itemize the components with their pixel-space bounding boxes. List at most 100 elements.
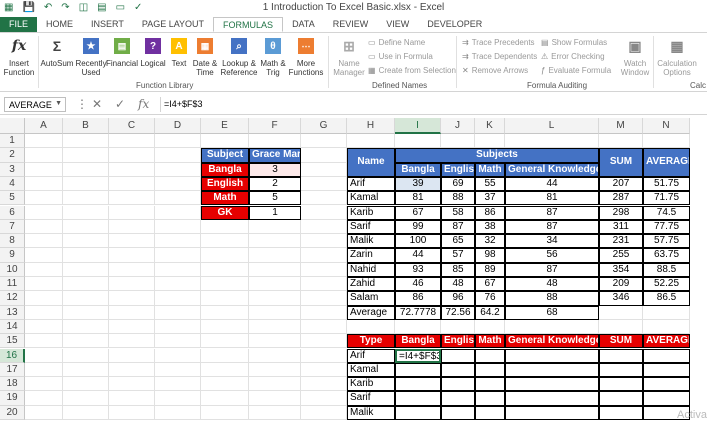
score-cell[interactable]: 85: [441, 262, 475, 277]
student-name-cell[interactable]: Sarif: [347, 219, 395, 235]
grid-cell[interactable]: [25, 391, 63, 406]
score-cell[interactable]: 48: [441, 277, 475, 292]
grid-cell[interactable]: [63, 262, 109, 277]
score-cell[interactable]: 88: [505, 291, 599, 306]
result-value-cell[interactable]: [505, 405, 599, 420]
grid-cell[interactable]: [201, 348, 249, 363]
row-header-7[interactable]: 7: [0, 219, 25, 235]
grid-cell[interactable]: [25, 405, 63, 420]
grid-cell[interactable]: [395, 319, 441, 335]
grid-cell[interactable]: [109, 134, 155, 149]
row-header-6[interactable]: 6: [0, 205, 25, 220]
score-cell[interactable]: 207: [599, 176, 643, 192]
grid-cell[interactable]: [155, 291, 201, 306]
grid-cell[interactable]: [109, 291, 155, 306]
score-cell[interactable]: 39: [395, 176, 441, 192]
grid-cell[interactable]: [63, 162, 109, 177]
grid-cell[interactable]: [155, 362, 201, 378]
student-name-cell[interactable]: Nahid: [347, 262, 395, 277]
tab-view[interactable]: VIEW: [377, 17, 418, 32]
score-cell[interactable]: 99: [395, 219, 441, 235]
score-cell[interactable]: 32: [475, 234, 505, 249]
grace-mark-cell[interactable]: 1: [249, 205, 301, 220]
grid-cell[interactable]: [201, 234, 249, 249]
grid-cell[interactable]: [441, 134, 475, 149]
grace-mark-cell[interactable]: 3: [249, 162, 301, 177]
grid-cell[interactable]: [301, 305, 347, 320]
score-cell[interactable]: 57: [441, 248, 475, 263]
grid-cell[interactable]: [301, 248, 347, 263]
grid-cell[interactable]: [63, 148, 109, 163]
grid-cell[interactable]: [301, 377, 347, 392]
result-value-cell[interactable]: [395, 362, 441, 378]
average-row-cell[interactable]: 72.56: [441, 305, 475, 320]
grid-cell[interactable]: [249, 248, 301, 263]
score-cell[interactable]: 57.75: [643, 234, 690, 249]
grid-cell[interactable]: [63, 405, 109, 420]
select-all-corner[interactable]: [0, 118, 25, 134]
score-cell[interactable]: 86.5: [643, 291, 690, 306]
score-cell[interactable]: 311: [599, 219, 643, 235]
grid-cell[interactable]: [109, 262, 155, 277]
grace-header-mark[interactable]: Grace Mark: [249, 148, 301, 163]
trace-precedents-button[interactable]: ⇉ Trace Precedents: [462, 38, 535, 47]
grid-cell[interactable]: [63, 391, 109, 406]
grid-cell[interactable]: [249, 234, 301, 249]
create-from-selection-button[interactable]: ▦ Create from Selection: [368, 66, 456, 75]
score-cell[interactable]: 81: [395, 191, 441, 206]
score-cell[interactable]: 71.75: [643, 191, 690, 206]
score-cell[interactable]: 37: [475, 191, 505, 206]
column-header-n[interactable]: N: [643, 118, 690, 134]
evaluate-formula-button[interactable]: ƒ Evaluate Formula: [541, 66, 611, 75]
more-functions-button[interactable]: ⋯ More Functions: [288, 35, 324, 77]
grid-cell[interactable]: [301, 334, 347, 349]
grid-cell[interactable]: [301, 262, 347, 277]
grid-cell[interactable]: [249, 134, 301, 149]
row-header-20[interactable]: 20: [0, 405, 25, 420]
grid-cell[interactable]: [347, 134, 395, 149]
grid-cell[interactable]: [63, 191, 109, 206]
result-name-cell[interactable]: Kamal: [347, 362, 395, 378]
result-value-cell[interactable]: [395, 377, 441, 392]
result-value-cell[interactable]: [505, 348, 599, 363]
row-header-10[interactable]: 10: [0, 262, 25, 277]
student-name-cell[interactable]: Malik: [347, 234, 395, 249]
score-cell[interactable]: 55: [475, 176, 505, 192]
average-row-cell[interactable]: Average: [347, 305, 395, 320]
result-value-cell[interactable]: [441, 405, 475, 420]
grid-cell[interactable]: [643, 305, 690, 320]
result-value-cell[interactable]: [599, 391, 643, 406]
grid-cell[interactable]: [201, 305, 249, 320]
grid-cell[interactable]: [301, 362, 347, 378]
name-header[interactable]: Name: [347, 148, 395, 177]
name-box[interactable]: AVERAGE ▼: [4, 97, 66, 112]
grace-subject-cell[interactable]: GK: [201, 205, 249, 220]
remove-arrows-button[interactable]: ✕ Remove Arrows: [462, 66, 528, 75]
subject-col-header[interactable]: Math: [475, 162, 505, 177]
name-manager-button[interactable]: ⊞ Name Manager: [333, 35, 365, 78]
grid-cell[interactable]: [109, 191, 155, 206]
grid-cell[interactable]: [155, 348, 201, 363]
column-header-m[interactable]: M: [599, 118, 643, 134]
grid-cell[interactable]: [301, 205, 347, 220]
column-header-b[interactable]: B: [63, 118, 109, 134]
grid-cell[interactable]: [155, 162, 201, 177]
result-value-cell[interactable]: [505, 362, 599, 378]
grid-cell[interactable]: [155, 262, 201, 277]
lookup-reference-button[interactable]: ⌕ Lookup & Reference: [220, 35, 258, 77]
logical-button[interactable]: ? Logical: [139, 35, 167, 68]
grid-cell[interactable]: [201, 262, 249, 277]
grid-cell[interactable]: [109, 334, 155, 349]
subject-col-header[interactable]: Bangla: [395, 162, 441, 177]
grid-cell[interactable]: [301, 348, 347, 363]
tab-data[interactable]: DATA: [283, 17, 324, 32]
grid-cell[interactable]: [249, 377, 301, 392]
grid-cell[interactable]: [505, 134, 599, 149]
result-name-cell[interactable]: Sarif: [347, 391, 395, 406]
grid-cell[interactable]: [25, 305, 63, 320]
grid-cell[interactable]: [249, 319, 301, 335]
error-checking-button[interactable]: ⚠ Error Checking: [541, 52, 605, 61]
score-cell[interactable]: 88.5: [643, 262, 690, 277]
result-value-cell[interactable]: [599, 362, 643, 378]
grid-cell[interactable]: [475, 134, 505, 149]
